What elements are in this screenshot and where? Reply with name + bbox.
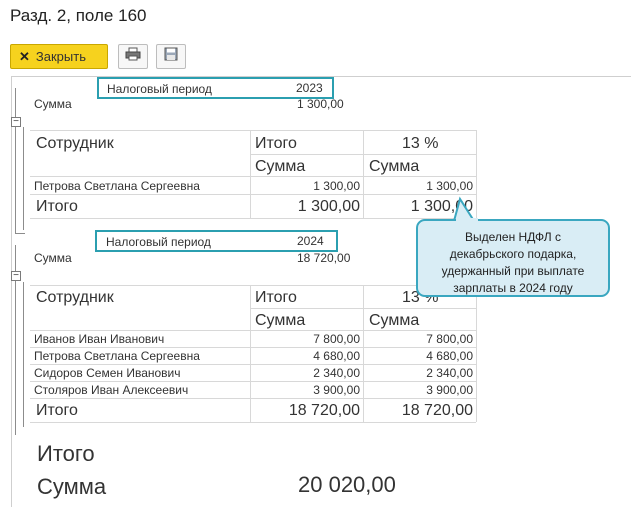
footer-total: 1 300,00 xyxy=(297,198,360,215)
callout-line: декабрьского подарка, xyxy=(449,247,577,261)
close-button-label: Закрыть xyxy=(35,49,86,64)
footer-total: 18 720,00 xyxy=(288,402,360,419)
print-button[interactable] xyxy=(118,44,148,69)
sum-label: Сумма xyxy=(34,251,72,265)
column-header-sum: Сумма xyxy=(369,158,420,175)
table-rule xyxy=(30,364,476,365)
callout-pointer-joint xyxy=(456,218,478,224)
sum-value: 18 720,00 xyxy=(297,251,351,265)
table-rule xyxy=(30,330,476,331)
collapse-group-toggle[interactable]: − xyxy=(11,117,21,127)
column-header-employee: Сотрудник xyxy=(36,289,114,306)
period-label: Налоговый период xyxy=(106,235,211,249)
close-icon: ✕ xyxy=(19,48,30,64)
callout-line: удержанный при выплате xyxy=(441,264,585,278)
sum-value: 1 300,00 xyxy=(297,97,344,111)
table-rule xyxy=(363,130,364,218)
grand-total-label: Итого xyxy=(37,441,95,466)
printer-icon xyxy=(125,47,141,66)
footer-rate: 18 720,00 xyxy=(401,402,473,419)
callout-line: Выделен НДФЛ с xyxy=(464,230,561,244)
table-rule xyxy=(30,285,476,286)
period-label: Налоговый период xyxy=(107,82,212,96)
table-rule xyxy=(30,176,476,177)
table-row-total: 7 800,00 xyxy=(313,332,360,346)
grand-total-sum-value: 20 020,00 xyxy=(298,472,396,497)
table-rule xyxy=(250,130,251,218)
table-row-name: Столяров Иван Алексеевич xyxy=(34,383,189,397)
save-button[interactable] xyxy=(156,44,186,69)
outline-line xyxy=(15,88,16,233)
period-value: 2023 xyxy=(296,81,323,95)
table-row-rate: 7 800,00 xyxy=(426,332,473,346)
table-rule xyxy=(30,422,476,423)
table-row-name: Петрова Светлана Сергеевна xyxy=(34,179,200,193)
table-row-total: 3 900,00 xyxy=(313,383,360,397)
period-value: 2024 xyxy=(297,234,324,248)
outline-line xyxy=(23,127,24,230)
table-rule xyxy=(30,130,476,131)
column-header-rate: 13 % xyxy=(402,135,439,152)
table-row-name: Петрова Светлана Сергеевна xyxy=(34,349,200,363)
column-header-sum: Сумма xyxy=(255,312,306,329)
table-row-name: Сидоров Семен Иванович xyxy=(34,366,181,380)
column-header-sum: Сумма xyxy=(369,312,420,329)
sum-label: Сумма xyxy=(34,97,72,111)
column-header-total: Итого xyxy=(255,135,297,152)
table-row-total: 1 300,00 xyxy=(313,179,360,193)
table-rule xyxy=(30,398,476,399)
table-rule xyxy=(30,347,476,348)
table-row-total: 2 340,00 xyxy=(313,366,360,380)
footer-label: Итого xyxy=(36,402,78,419)
table-row-rate: 1 300,00 xyxy=(426,179,473,193)
table-rule xyxy=(30,194,476,195)
page-title: Разд. 2, поле 160 xyxy=(10,6,147,25)
table-rule xyxy=(476,285,477,422)
table-row-total: 4 680,00 xyxy=(313,349,360,363)
table-rule xyxy=(30,218,476,219)
outline-line xyxy=(15,233,25,234)
table-row-rate: 4 680,00 xyxy=(426,349,473,363)
column-header-employee: Сотрудник xyxy=(36,135,114,152)
table-row-rate: 3 900,00 xyxy=(426,383,473,397)
callout-note: Выделен НДФЛ с декабрьского подарка, уде… xyxy=(416,219,610,297)
close-button[interactable]: ✕ Закрыть xyxy=(10,44,108,69)
footer-label: Итого xyxy=(36,198,78,215)
column-header-total: Итого xyxy=(255,289,297,306)
table-row-rate: 2 340,00 xyxy=(426,366,473,380)
outline-line xyxy=(23,282,24,427)
table-rule xyxy=(30,381,476,382)
table-rule xyxy=(250,285,251,422)
table-row-name: Иванов Иван Иванович xyxy=(34,332,165,346)
grand-total-sum-label: Сумма xyxy=(37,474,107,499)
column-header-sum: Сумма xyxy=(255,158,306,175)
collapse-group-toggle[interactable]: − xyxy=(11,271,21,281)
callout-line: зарплаты в 2024 году xyxy=(453,281,573,295)
floppy-disk-icon xyxy=(164,47,178,66)
table-rule xyxy=(363,285,364,422)
